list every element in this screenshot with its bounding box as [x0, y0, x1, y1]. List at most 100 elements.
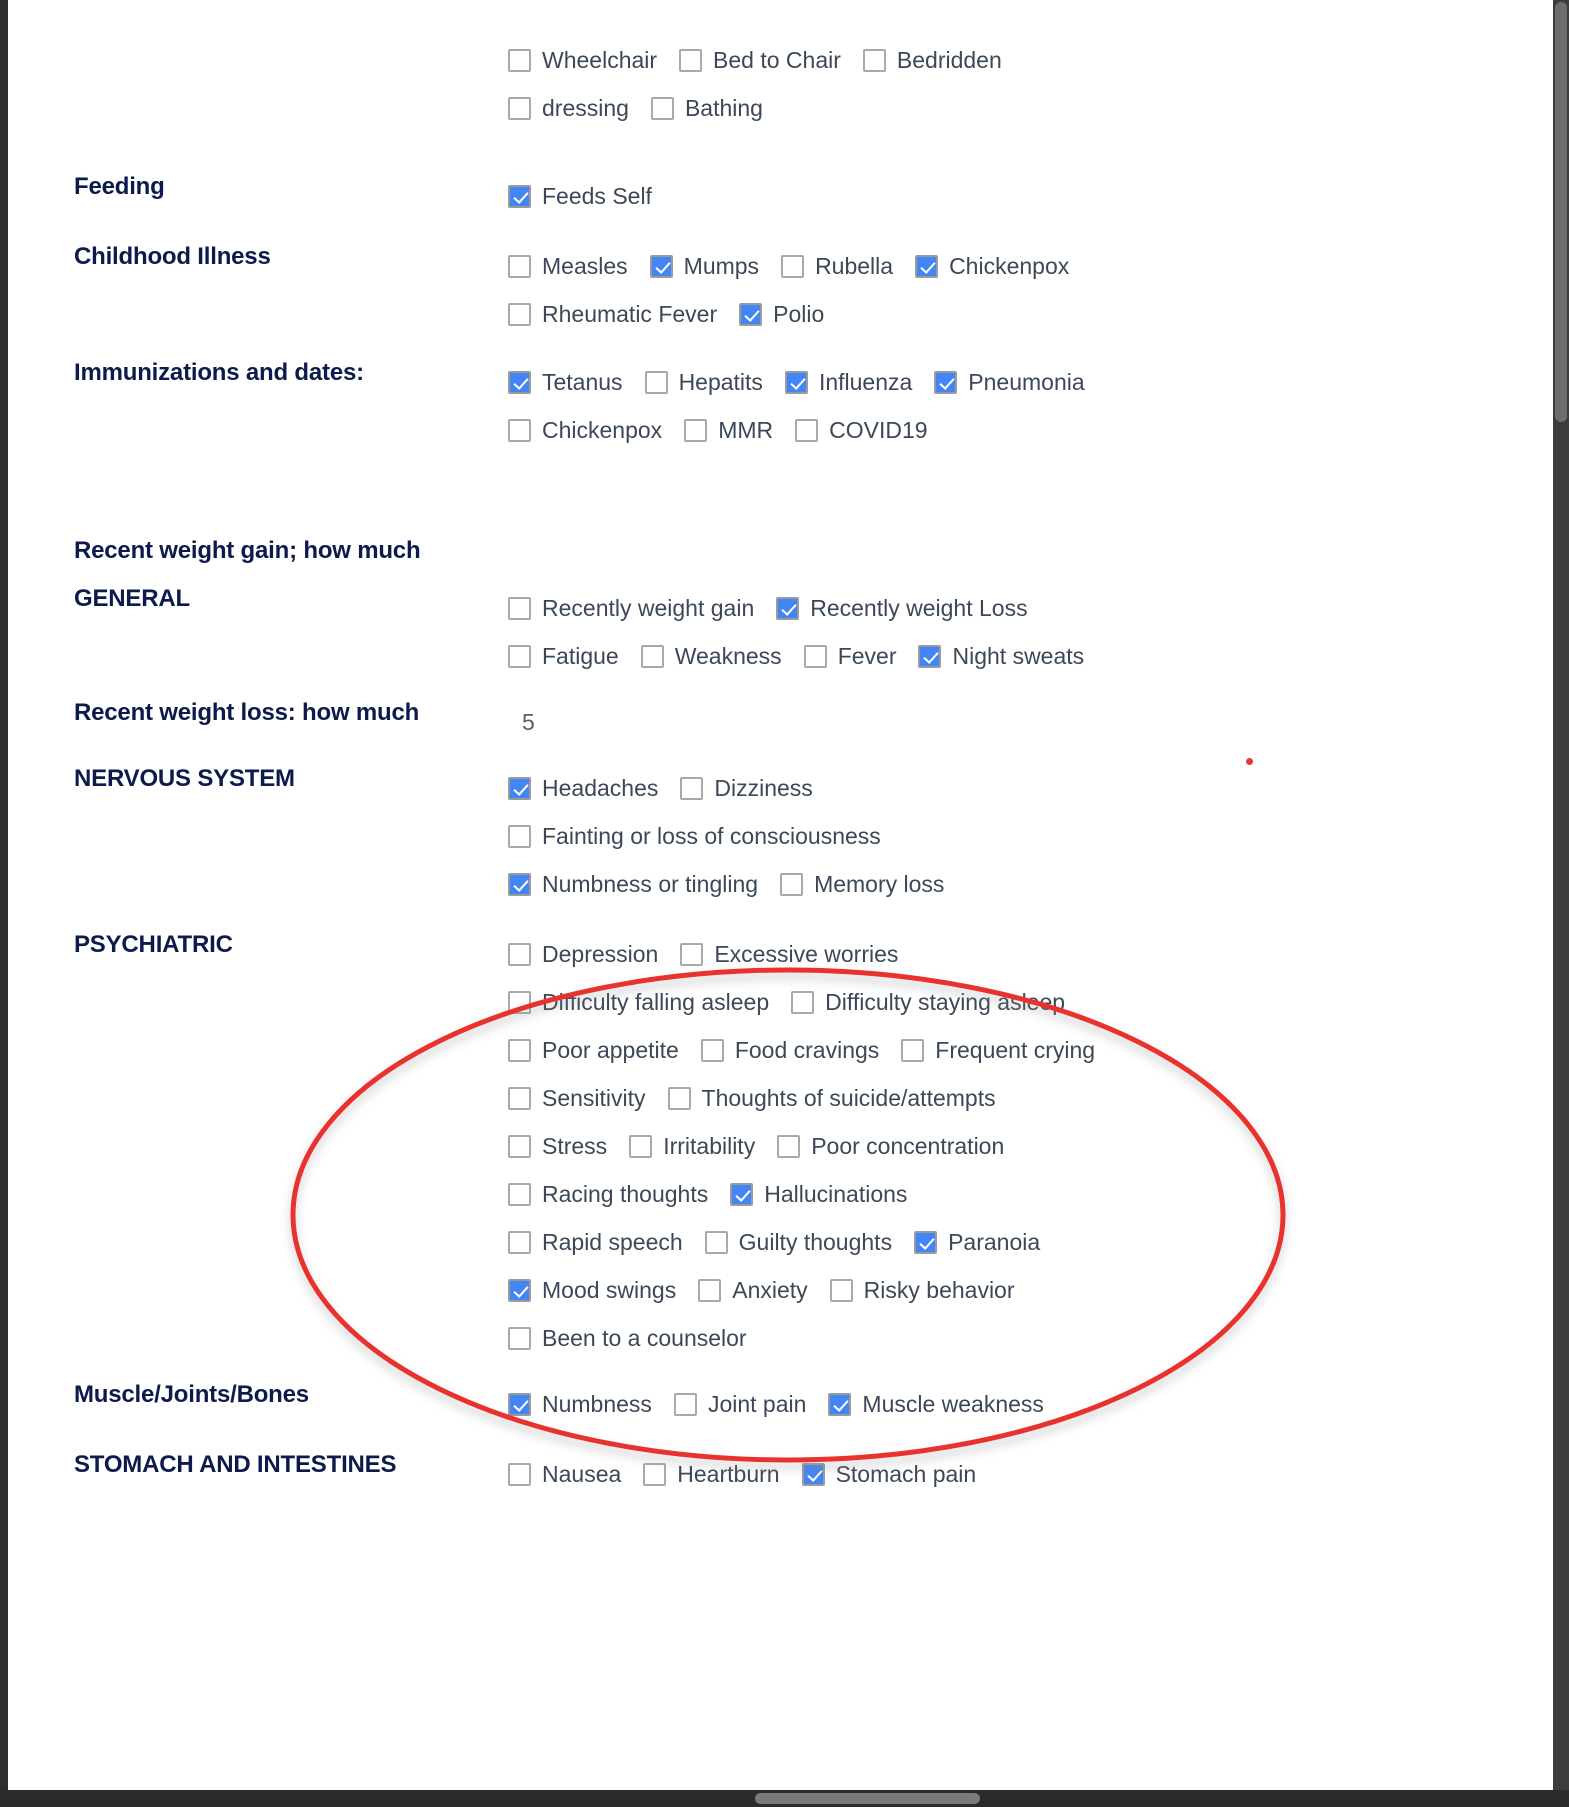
checkbox-option[interactable]: Numbness or tingling — [508, 871, 758, 897]
checkbox-option[interactable]: Hepatits — [644, 369, 763, 395]
checkbox-checked-icon[interactable] — [918, 644, 942, 668]
checkbox-checked-icon[interactable] — [739, 302, 763, 326]
checkbox-unchecked-icon[interactable] — [508, 942, 531, 966]
checkbox-option[interactable]: Feeds Self — [508, 183, 652, 209]
checkbox-unchecked-icon[interactable] — [667, 1086, 691, 1110]
checkbox-unchecked-icon[interactable] — [508, 1038, 531, 1062]
checkbox-option[interactable]: Recently weight gain — [508, 595, 754, 621]
checkbox-checked-icon[interactable] — [934, 370, 958, 394]
checkbox-option[interactable]: Rheumatic Fever — [508, 301, 717, 327]
checkbox-option[interactable]: Night sweats — [918, 643, 1084, 669]
checkbox-unchecked-icon[interactable] — [680, 942, 704, 966]
checkbox-option[interactable]: Heartburn — [643, 1461, 780, 1487]
checkbox-option[interactable]: Dizziness — [680, 775, 813, 801]
checkbox-option[interactable]: Frequent crying — [901, 1037, 1095, 1063]
checkbox-checked-icon[interactable] — [730, 1182, 754, 1206]
checkbox-option[interactable]: Anxiety — [698, 1277, 808, 1303]
checkbox-option[interactable]: Stress — [508, 1133, 607, 1159]
checkbox-checked-icon[interactable] — [508, 370, 531, 394]
checkbox-option[interactable]: dressing — [508, 95, 629, 121]
checkbox-option[interactable]: Food cravings — [700, 1037, 879, 1063]
checkbox-checked-icon[interactable] — [915, 254, 939, 278]
checkbox-option[interactable]: Tetanus — [508, 369, 623, 395]
checkbox-checked-icon[interactable] — [914, 1230, 938, 1254]
checkbox-option[interactable]: Sensitivity — [508, 1085, 646, 1111]
checkbox-unchecked-icon[interactable] — [508, 96, 531, 120]
checkbox-option[interactable]: Guilty thoughts — [704, 1229, 892, 1255]
checkbox-option[interactable]: Pneumonia — [934, 369, 1085, 395]
checkbox-option[interactable]: Joint pain — [673, 1391, 806, 1417]
checkbox-checked-icon[interactable] — [508, 184, 531, 208]
vertical-scrollbar-thumb[interactable] — [1555, 2, 1567, 422]
checkbox-checked-icon[interactable] — [784, 370, 808, 394]
checkbox-option[interactable]: Bedridden — [862, 47, 1002, 73]
checkbox-checked-icon[interactable] — [776, 596, 800, 620]
checkbox-unchecked-icon[interactable] — [629, 1134, 653, 1158]
checkbox-option[interactable]: Headaches — [508, 775, 658, 801]
checkbox-checked-icon[interactable] — [649, 254, 673, 278]
checkbox-option[interactable]: Fever — [803, 643, 896, 669]
horizontal-scrollbar-thumb[interactable] — [755, 1793, 980, 1804]
checkbox-unchecked-icon[interactable] — [644, 370, 668, 394]
checkbox-option[interactable]: Difficulty staying asleep — [791, 989, 1065, 1015]
checkbox-checked-icon[interactable] — [508, 1392, 531, 1416]
vertical-scrollbar[interactable] — [1553, 0, 1569, 1807]
checkbox-option[interactable]: Paranoia — [914, 1229, 1040, 1255]
checkbox-option[interactable]: Recently weight Loss — [776, 595, 1028, 621]
checkbox-option[interactable]: Poor concentration — [777, 1133, 1004, 1159]
checkbox-option[interactable]: COVID19 — [795, 417, 928, 443]
checkbox-option[interactable]: Bed to Chair — [679, 47, 841, 73]
checkbox-checked-icon[interactable] — [508, 872, 531, 896]
checkbox-unchecked-icon[interactable] — [508, 1182, 531, 1206]
checkbox-option[interactable]: Poor appetite — [508, 1037, 679, 1063]
checkbox-option[interactable]: Wheelchair — [508, 47, 657, 73]
checkbox-unchecked-icon[interactable] — [508, 302, 531, 326]
checkbox-unchecked-icon[interactable] — [508, 596, 531, 620]
checkbox-option[interactable]: Nausea — [508, 1461, 621, 1487]
checkbox-unchecked-icon[interactable] — [791, 990, 815, 1014]
checkbox-unchecked-icon[interactable] — [698, 1278, 722, 1302]
checkbox-unchecked-icon[interactable] — [508, 644, 531, 668]
checkbox-option[interactable]: Influenza — [784, 369, 912, 395]
checkbox-unchecked-icon[interactable] — [684, 418, 708, 442]
checkbox-unchecked-icon[interactable] — [680, 776, 704, 800]
checkbox-option[interactable]: Irritability — [629, 1133, 755, 1159]
checkbox-option[interactable]: Hallucinations — [730, 1181, 907, 1207]
checkbox-unchecked-icon[interactable] — [508, 1326, 531, 1350]
checkbox-option[interactable]: Numbness — [508, 1391, 652, 1417]
checkbox-option[interactable]: Polio — [739, 301, 824, 327]
checkbox-checked-icon[interactable] — [508, 1278, 531, 1302]
checkbox-unchecked-icon[interactable] — [508, 1086, 531, 1110]
checkbox-option[interactable]: Difficulty falling asleep — [508, 989, 769, 1015]
checkbox-unchecked-icon[interactable] — [780, 872, 804, 896]
checkbox-option[interactable]: Chickenpox — [508, 417, 662, 443]
checkbox-option[interactable]: Fatigue — [508, 643, 619, 669]
checkbox-unchecked-icon[interactable] — [862, 48, 886, 72]
checkbox-unchecked-icon[interactable] — [508, 1230, 531, 1254]
checkbox-option[interactable]: Been to a counselor — [508, 1325, 747, 1351]
checkbox-unchecked-icon[interactable] — [704, 1230, 728, 1254]
checkbox-unchecked-icon[interactable] — [829, 1278, 853, 1302]
checkbox-unchecked-icon[interactable] — [508, 990, 531, 1014]
checkbox-option[interactable]: Excessive worries — [680, 941, 898, 967]
checkbox-unchecked-icon[interactable] — [673, 1392, 697, 1416]
checkbox-unchecked-icon[interactable] — [508, 418, 531, 442]
checkbox-unchecked-icon[interactable] — [679, 48, 703, 72]
checkbox-unchecked-icon[interactable] — [508, 1462, 531, 1486]
checkbox-option[interactable]: Stomach pain — [801, 1461, 976, 1487]
value-recent-weight-loss[interactable]: 5 — [508, 698, 1553, 746]
checkbox-option[interactable]: Measles — [508, 253, 628, 279]
checkbox-unchecked-icon[interactable] — [700, 1038, 724, 1062]
checkbox-unchecked-icon[interactable] — [803, 644, 827, 668]
checkbox-option[interactable]: Bathing — [650, 95, 763, 121]
checkbox-option[interactable]: Mumps — [649, 253, 759, 279]
checkbox-option[interactable]: MMR — [684, 417, 773, 443]
checkbox-checked-icon[interactable] — [508, 776, 531, 800]
checkbox-checked-icon[interactable] — [828, 1392, 852, 1416]
checkbox-checked-icon[interactable] — [801, 1462, 825, 1486]
checkbox-option[interactable]: Risky behavior — [829, 1277, 1015, 1303]
checkbox-option[interactable]: Muscle weakness — [828, 1391, 1044, 1417]
checkbox-unchecked-icon[interactable] — [781, 254, 805, 278]
checkbox-unchecked-icon[interactable] — [640, 644, 664, 668]
checkbox-unchecked-icon[interactable] — [643, 1462, 667, 1486]
